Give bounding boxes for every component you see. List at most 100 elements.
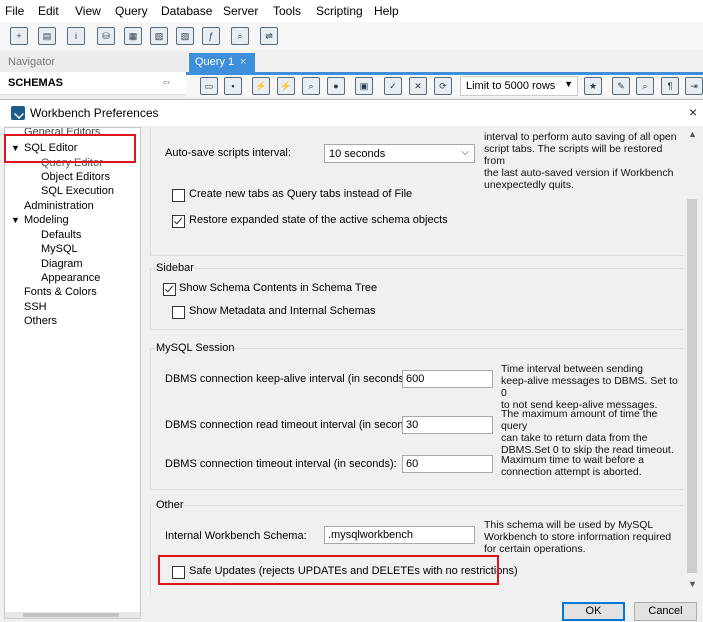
tab-query-1[interactable]: Query 1 × [189, 53, 255, 72]
menu-edit[interactable]: Edit [38, 4, 59, 18]
create-tabs-checkbox[interactable] [172, 189, 185, 202]
tree-item-object-editors[interactable]: Object Editors [41, 171, 110, 183]
commit-icon[interactable]: ✓ [384, 77, 402, 95]
main-toolbar: + ▤ i ⛁ ▦ ▧ ▨ ƒ ⌕ ⇌ [0, 22, 703, 50]
cancel-button[interactable]: Cancel [634, 602, 697, 621]
scrollbar-thumb[interactable] [687, 199, 697, 573]
content-vertical-scrollbar[interactable]: ▲ ▼ [684, 127, 701, 595]
read-timeout-input[interactable]: 30 [402, 416, 493, 434]
tree-item-defaults[interactable]: Defaults [41, 229, 81, 241]
menu-tools[interactable]: Tools [273, 4, 301, 18]
show-schema-contents-label: Show Schema Contents in Schema Tree [179, 282, 378, 294]
tree-item-appearance[interactable]: Appearance [41, 272, 100, 284]
internal-schema-input[interactable]: .mysqlworkbench [324, 526, 475, 544]
internal-schema-help-line: for certain operations. [484, 543, 586, 555]
sidebar-group [150, 268, 685, 330]
create-table-icon[interactable]: ▦ [124, 27, 142, 45]
menu-scripting[interactable]: Scripting [316, 4, 363, 18]
rollback-icon[interactable]: ✕ [409, 77, 427, 95]
preferences-tree: General Editors ▼ SQL Editor Query Edito… [4, 127, 141, 619]
search-table-data-icon[interactable]: ⌕ [231, 27, 249, 45]
explain-icon[interactable]: ⌕ [302, 77, 320, 95]
preferences-dialog: Workbench Preferences × General Editors … [0, 99, 703, 622]
show-schema-contents-checkbox[interactable] [163, 283, 176, 296]
create-tabs-label: Create new tabs as Query tabs instead of… [189, 188, 413, 200]
autosave-help: interval to perform auto saving of all o… [484, 131, 684, 191]
wrap-lines-icon[interactable]: ⇥ [685, 77, 703, 95]
refresh-schemas-icon[interactable]: ⇔ [161, 76, 172, 88]
dialog-title: Workbench Preferences [30, 106, 159, 120]
menu-help[interactable]: Help [374, 4, 399, 18]
menu-file[interactable]: File [5, 4, 24, 18]
tree-item-ssh[interactable]: SSH [24, 301, 47, 313]
internal-schema-help: This schema will be used by MySQL Workbe… [484, 519, 684, 555]
tree-item-fonts-colors[interactable]: Fonts & Colors [24, 286, 97, 298]
limit-rows-select[interactable]: Limit to 5000 rows ▼ [460, 76, 578, 96]
menu-view[interactable]: View [75, 4, 101, 18]
show-metadata-label: Show Metadata and Internal Schemas [189, 305, 376, 317]
read-timeout-label: DBMS connection read timeout interval (i… [165, 419, 422, 431]
autosave-help-line: the last auto-saved version if Workbench [484, 167, 674, 179]
other-group-title: Other [156, 499, 184, 511]
tree-item-others[interactable]: Others [24, 315, 57, 327]
keepalive-input[interactable]: 600 [402, 370, 493, 388]
restore-expanded-label: Restore expanded state of the active sch… [189, 214, 448, 226]
keepalive-help-line: keep-alive messages to DBMS. Set to 0 [501, 375, 678, 399]
inspector-icon[interactable]: i [67, 27, 85, 45]
scroll-down-icon[interactable]: ▼ [688, 579, 697, 589]
workbench-logo-icon [11, 106, 25, 120]
menu-database[interactable]: Database [161, 4, 212, 18]
conn-timeout-input[interactable]: 60 [402, 455, 493, 473]
tree-horizontal-scrollbar[interactable] [5, 612, 140, 618]
expand-arrow-icon[interactable]: ▼ [11, 215, 20, 225]
dialog-titlebar: Workbench Preferences × [0, 100, 703, 126]
stop-icon[interactable]: ● [327, 77, 345, 95]
autosave-help-line: script tabs. The scripts will be restore… [484, 143, 663, 167]
show-metadata-checkbox[interactable] [172, 306, 185, 319]
autocommit-icon[interactable]: ⟳ [434, 77, 452, 95]
reconnect-icon[interactable]: ⇌ [260, 27, 278, 45]
close-icon[interactable]: × [240, 56, 246, 68]
ok-button[interactable]: OK [562, 602, 625, 621]
invisible-chars-icon[interactable]: ¶ [661, 77, 679, 95]
create-schema-icon[interactable]: ⛁ [97, 27, 115, 45]
tree-item-sql-execution[interactable]: SQL Execution [41, 185, 114, 197]
save-icon[interactable]: ▪ [224, 77, 242, 95]
keepalive-help-line: Time interval between sending [501, 363, 644, 375]
open-sql-script-icon[interactable]: ▤ [38, 27, 56, 45]
scroll-up-icon[interactable]: ▲ [688, 129, 697, 139]
restore-expanded-checkbox[interactable] [172, 215, 185, 228]
autosave-help-line: interval to perform auto saving of all o… [484, 131, 677, 143]
menu-bar: File Edit View Query Database Server Too… [0, 0, 703, 22]
close-icon[interactable]: × [689, 104, 697, 120]
create-function-icon[interactable]: ƒ [202, 27, 220, 45]
toggle-errors-icon[interactable]: ▣ [355, 77, 373, 95]
autosave-interval-select[interactable]: 10 seconds ⌵ [324, 144, 475, 163]
create-procedure-icon[interactable]: ▨ [176, 27, 194, 45]
find-icon[interactable]: ⌕ [636, 77, 654, 95]
internal-schema-help-line: Workbench to store information required [484, 531, 672, 543]
tab-query-label: Query 1 [195, 56, 235, 68]
tree-item-diagram[interactable]: Diagram [41, 258, 83, 270]
keepalive-help: Time interval between sending keep-alive… [501, 363, 686, 411]
menu-query[interactable]: Query [115, 4, 148, 18]
keepalive-label: DBMS connection keep-alive interval (in … [165, 373, 411, 385]
conn-timeout-help-line: Maximum time to wait before a [501, 454, 644, 466]
tree-item-administration[interactable]: Administration [24, 200, 94, 212]
scrollbar-thumb[interactable] [23, 613, 119, 617]
beautify-icon[interactable]: ✎ [612, 77, 630, 95]
execute-icon[interactable]: ⚡ [252, 77, 270, 95]
chevron-down-icon: ⌵ [461, 147, 469, 158]
add-snippet-icon[interactable]: ★ [584, 77, 602, 95]
execute-current-icon[interactable]: ⚡ [277, 77, 295, 95]
create-view-icon[interactable]: ▧ [150, 27, 168, 45]
tree-item-modeling[interactable]: Modeling [24, 214, 69, 226]
open-file-icon[interactable]: ▭ [200, 77, 218, 95]
chevron-down-icon: ▼ [564, 79, 573, 89]
autosave-help-line: unexpectedly quits. [484, 179, 574, 191]
read-timeout-help: The maximum amount of time the query can… [501, 408, 686, 456]
highlight-sql-editor [4, 134, 136, 163]
menu-server[interactable]: Server [223, 4, 258, 18]
tree-item-mysql[interactable]: MySQL [41, 243, 78, 255]
new-sql-tab-icon[interactable]: + [10, 27, 28, 45]
